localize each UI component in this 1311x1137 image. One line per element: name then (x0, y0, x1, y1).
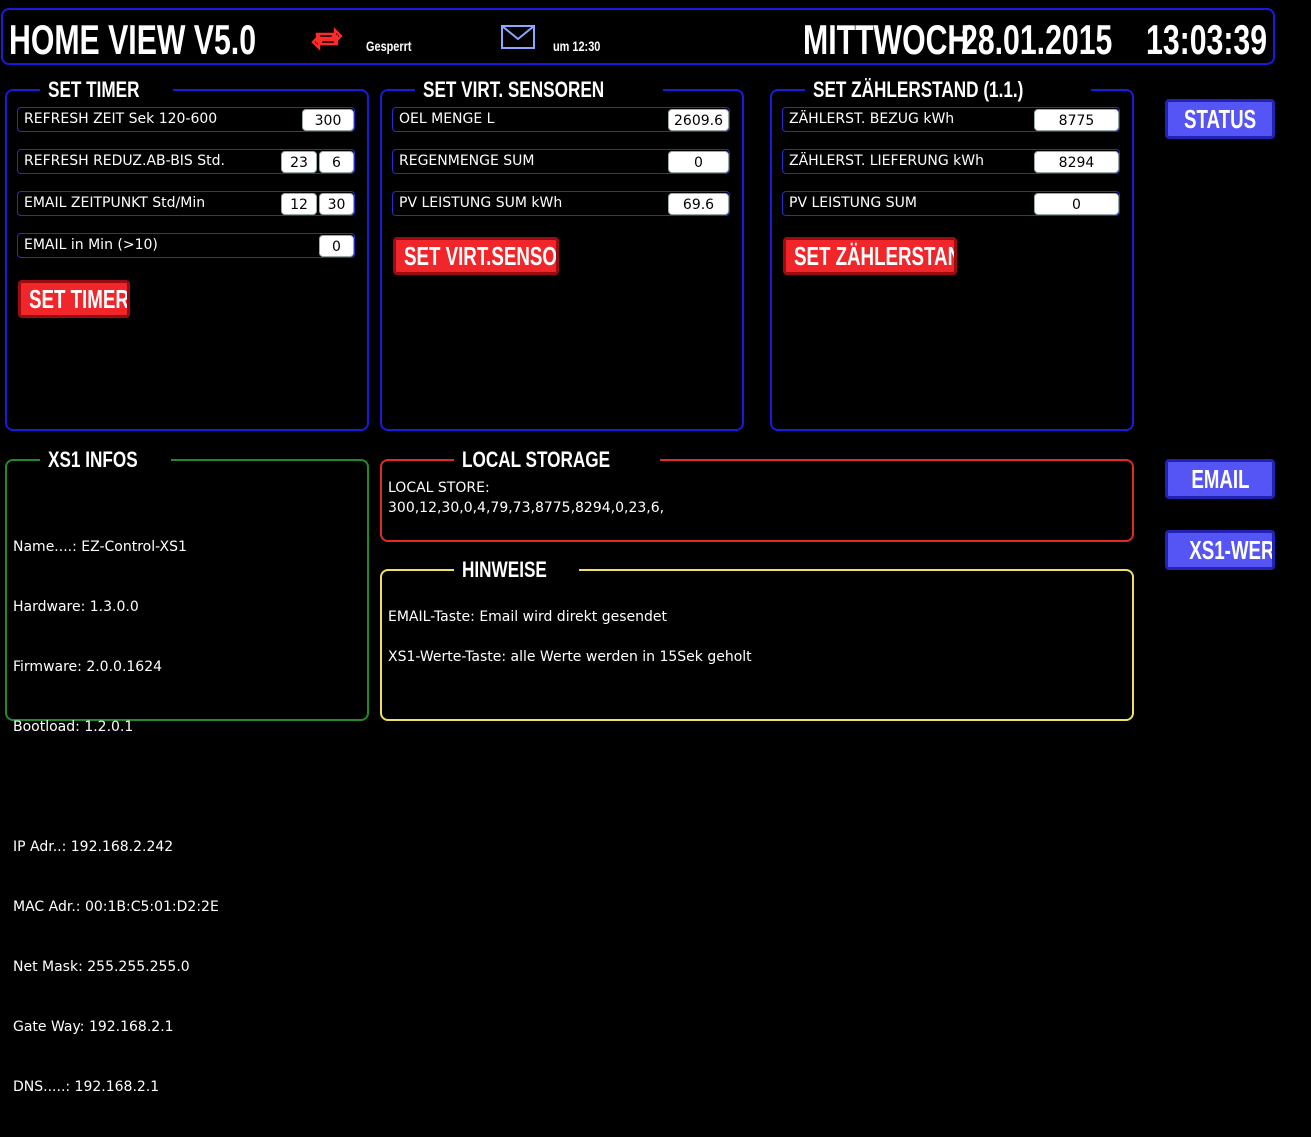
counter-bezug-field[interactable]: 8775 (1034, 109, 1119, 131)
hint-xs1: XS1-Werte-Taste: alle Werte werden in 15… (388, 649, 752, 665)
xs1-info-ip: IP Adr..: 192.168.2.242 (13, 839, 174, 855)
row-label: PV LEISTUNG SUM kWh (399, 195, 563, 211)
counter-row-pv: PV LEISTUNG SUM 0 (782, 191, 1120, 216)
sensor-row-oil: OEL MENGE L 2609.6 (392, 107, 730, 132)
xs1-info-lines: Name....: EZ-Control-XS1 Hardware: 1.3.0… (13, 497, 219, 1137)
xs1-info-netmask: Net Mask: 255.255.255.0 (13, 959, 190, 975)
row-label: REFRESH REDUZ.AB-BIS Std. (24, 153, 225, 169)
row-label: REFRESH ZEIT Sek 120-600 (24, 111, 218, 127)
timer-row-email-interval: EMAIL in Min (>10) 0 (17, 233, 355, 258)
email-minute-field[interactable]: 30 (319, 193, 354, 215)
local-store-value: 300,12,30,0,4,79,73,8775,8294,0,23,6, (388, 500, 665, 516)
header-bar: HOME VIEW V5.0 Gesperrt um 12:30 MITTWOC… (1, 8, 1275, 65)
xs1-info-hardware: Hardware: 1.3.0.0 (13, 599, 139, 615)
refresh-reduz-to-field[interactable]: 6 (319, 151, 354, 173)
xs1-info-bootload: Bootload: 1.2.0.1 (13, 719, 134, 735)
xs1-info-firmware: Firmware: 2.0.0.1624 (13, 659, 163, 675)
refresh-reduz-from-field[interactable]: 23 (281, 151, 317, 173)
date: 28.01.2015 (961, 16, 1113, 63)
row-label: REGENMENGE SUM (399, 153, 535, 169)
hints-panel: HINWEISE EMAIL-Taste: Email wird direkt … (380, 557, 1134, 721)
hints-title: HINWEISE (454, 557, 579, 583)
local-storage-title: LOCAL STORAGE (454, 447, 660, 473)
row-label: ZÄHLERST. BEZUG kWh (789, 111, 955, 127)
refresh-icon[interactable] (311, 24, 343, 52)
xs1-info-spacer (13, 777, 219, 797)
counter-row-lieferung: ZÄHLERST. LIEFERUNG kWh 8294 (782, 149, 1120, 174)
row-label: PV LEISTUNG SUM (789, 195, 917, 211)
sync-status: Gesperrt (366, 38, 412, 54)
row-label: ZÄHLERST. LIEFERUNG kWh (789, 153, 984, 169)
mail-icon[interactable] (500, 24, 536, 50)
xs1-info-gateway: Gate Way: 192.168.2.1 (13, 1019, 174, 1035)
app-title: HOME VIEW V5.0 (9, 16, 257, 63)
xs1-infos-panel: XS1 INFOS Name....: EZ-Control-XS1 Hardw… (5, 447, 369, 1095)
timer-row-email-time: EMAIL ZEITPUNKT Std/Min 12 30 (17, 191, 355, 216)
local-store-label: LOCAL STORE: (388, 480, 490, 496)
sensor-row-pv: PV LEISTUNG SUM kWh 69.6 (392, 191, 730, 216)
counter-row-bezug: ZÄHLERST. BEZUG kWh 8775 (782, 107, 1120, 132)
counter-pv-field[interactable]: 0 (1034, 193, 1119, 215)
hint-email: EMAIL-Taste: Email wird direkt gesendet (388, 609, 667, 625)
counter-panel-title: SET ZÄHLERSTAND (1.1.) (805, 77, 1091, 103)
timer-row-refresh-reduz: REFRESH REDUZ.AB-BIS Std. 23 6 (17, 149, 355, 174)
email-hour-field[interactable]: 12 (281, 193, 317, 215)
row-label: OEL MENGE L (399, 111, 495, 127)
weekday: MITTWOCH (803, 16, 970, 63)
mail-time: um 12:30 (553, 38, 601, 54)
xs1-info-mac: MAC Adr.: 00:1B:C5:01:D2:2E (13, 899, 219, 915)
row-label: EMAIL ZEITPUNKT Std/Min (24, 195, 206, 211)
xs1-values-button[interactable]: XS1-WERTE (1165, 530, 1275, 570)
set-virt-sensor-button[interactable]: SET VIRT.SENSOR (393, 237, 559, 275)
set-counter-button[interactable]: SET ZÄHLERSTAND (783, 237, 957, 275)
timer-panel: SET TIMER REFRESH ZEIT Sek 120-600 300 R… (5, 77, 369, 431)
counter-panel: SET ZÄHLERSTAND (1.1.) ZÄHLERST. BEZUG k… (770, 77, 1134, 431)
pv-sum-field[interactable]: 69.6 (668, 193, 729, 215)
sensors-panel-title: SET VIRT. SENSOREN (415, 77, 664, 103)
email-button[interactable]: EMAIL (1165, 459, 1275, 499)
counter-lieferung-field[interactable]: 8294 (1034, 151, 1119, 173)
xs1-info-name: Name....: EZ-Control-XS1 (13, 539, 187, 555)
timer-panel-title: SET TIMER (40, 77, 174, 103)
xs1-infos-title: XS1 INFOS (40, 447, 171, 473)
timer-row-refresh: REFRESH ZEIT Sek 120-600 300 (17, 107, 355, 132)
xs1-info-dns: DNS.....: 192.168.2.1 (13, 1079, 160, 1095)
clock-time: 13:03:39 (1146, 16, 1268, 63)
row-label: EMAIL in Min (>10) (24, 237, 158, 253)
refresh-time-field[interactable]: 300 (302, 109, 354, 131)
oil-amount-field[interactable]: 2609.6 (668, 109, 729, 131)
sensors-panel: SET VIRT. SENSOREN OEL MENGE L 2609.6 RE… (380, 77, 744, 431)
status-button[interactable]: STATUS (1165, 99, 1275, 139)
set-timer-button[interactable]: SET TIMER (18, 280, 130, 318)
rain-sum-field[interactable]: 0 (668, 151, 729, 173)
email-interval-field[interactable]: 0 (319, 235, 354, 257)
sensor-row-rain: REGENMENGE SUM 0 (392, 149, 730, 174)
local-storage-panel: LOCAL STORAGE LOCAL STORE: 300,12,30,0,4… (380, 447, 1134, 542)
